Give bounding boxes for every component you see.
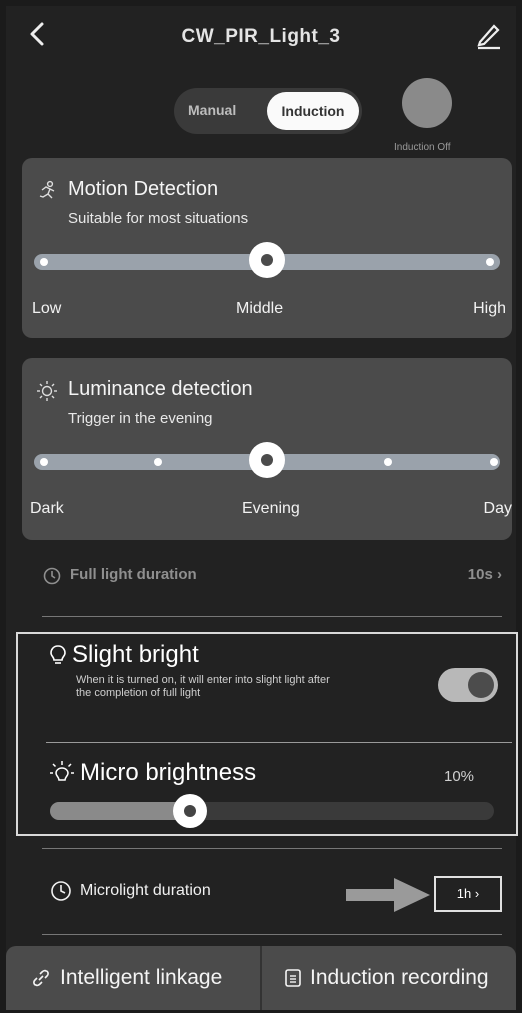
divider [42,616,502,617]
page-title: CW_PIR_Light_3 [181,26,341,47]
link-icon [33,969,49,987]
induction-recording-button[interactable]: Induction recording [262,946,516,1010]
divider [46,742,512,743]
luminance-label-evening: Evening [242,500,300,517]
motion-slider-knob[interactable] [249,242,285,278]
motion-label-high: High [473,300,506,317]
toggle-knob[interactable] [468,672,494,698]
microlight-duration-label: Microlight duration [80,882,211,899]
full-light-duration-label: Full light duration [70,566,197,583]
slider-stop[interactable] [384,458,392,466]
slider-stop[interactable] [486,258,494,266]
clock-icon [51,881,71,901]
slider-stop[interactable] [40,258,48,266]
luminance-label-dark: Dark [30,500,64,517]
sun-icon [50,761,74,781]
slight-bright-toggle[interactable] [438,668,498,702]
luminance-detection-card: Luminance detection Trigger in the eveni… [22,358,512,540]
luminance-slider[interactable] [34,442,500,478]
induction-recording-label: Induction recording [310,966,489,989]
mode-toggle[interactable]: Manual Induction [174,88,362,134]
intelligent-linkage-button[interactable]: Intelligent linkage [6,946,260,1010]
slight-bright-title: Slight bright [72,641,199,668]
micro-brightness-slider[interactable] [50,794,494,828]
motion-label-middle: Middle [236,300,284,317]
micro-brightness-value: 10% [444,768,475,785]
luminance-label-day: Day [483,500,512,517]
document-list-icon [285,969,301,987]
luminance-title: Luminance detection [68,378,253,400]
luminance-slider-knob[interactable] [249,442,285,478]
slider-stop[interactable] [490,458,498,466]
divider [42,934,502,935]
arrow-right-icon [346,878,430,912]
motion-detection-card: Motion Detection Suitable for most situa… [22,158,512,338]
intelligent-linkage-label: Intelligent linkage [60,966,223,989]
micro-brightness-knob[interactable] [173,794,207,828]
slider-stop[interactable] [154,458,162,466]
header: CW_PIR_Light_3 [6,6,516,66]
page: CW_PIR_Light_3 Manual Induction Inductio… [6,6,518,1008]
micro-brightness-fill [50,802,190,820]
motion-slider[interactable] [34,242,500,278]
induction-off-button[interactable] [402,78,452,128]
edit-icon[interactable] [474,20,502,50]
lightbulb-icon [50,645,66,664]
motion-subtitle: Suitable for most situations [68,210,249,227]
mode-manual-option[interactable]: Manual [188,102,236,118]
full-light-duration-row[interactable]: Full light duration 10s › [42,562,502,592]
mode-induction-option[interactable]: Induction [267,92,359,130]
luminance-subtitle: Trigger in the evening [68,410,213,427]
slight-bright-description: When it is turned on, it will enter into… [76,674,330,699]
running-person-icon [39,180,55,199]
bottom-bar: Intelligent linkage Induction recording [6,946,516,1010]
full-light-duration-value[interactable]: 10s › [468,566,502,583]
sun-icon [37,381,57,401]
timer-icon [43,567,61,585]
motion-title: Motion Detection [68,178,219,200]
slider-stop[interactable] [40,458,48,466]
micro-brightness-title: Micro brightness [80,759,257,786]
divider [42,848,502,849]
motion-label-low: Low [32,300,62,317]
induction-off-label: Induction Off [394,142,451,153]
microlight-duration-button[interactable]: 1h › [434,876,502,912]
